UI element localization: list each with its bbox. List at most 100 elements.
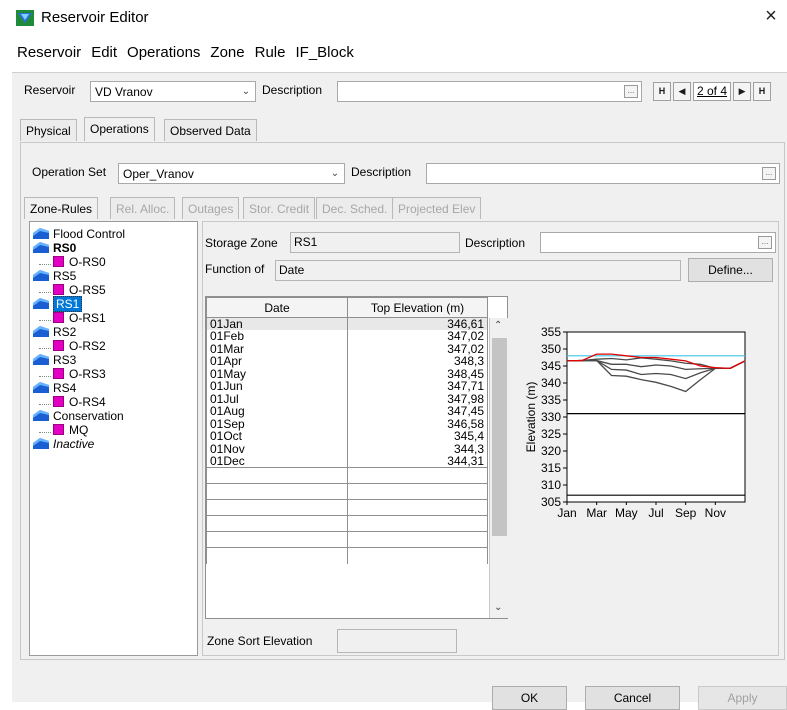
date-cell[interactable]: 01May [206, 367, 348, 380]
table-row[interactable]: 01May 348,45 [206, 367, 488, 380]
tree-node-rs3[interactable]: RS3 [33, 352, 76, 367]
tab-physical[interactable]: Physical [20, 119, 77, 141]
top-elevation-cell[interactable]: 348,45 [347, 367, 488, 380]
scroll-thumb[interactable] [492, 338, 507, 536]
empty-cell[interactable] [206, 467, 348, 484]
ellipsis-icon[interactable]: ... [762, 167, 776, 180]
empty-cell[interactable] [206, 483, 348, 500]
table-row[interactable]: 01Dec 344,31 [206, 455, 488, 468]
table-row[interactable]: 01Aug 347,45 [206, 405, 488, 418]
tree-node-rs2[interactable]: RS2 [33, 324, 76, 339]
ellipsis-icon[interactable]: ... [758, 236, 772, 249]
empty-cell[interactable] [347, 483, 488, 500]
previous-record-icon[interactable]: ◀ [673, 82, 691, 101]
menu-if-block[interactable]: IF_Block [290, 44, 358, 66]
cancel-button[interactable]: Cancel [585, 686, 680, 710]
top-elevation-cell[interactable]: 345,4 [347, 430, 488, 443]
next-record-icon[interactable]: ▶ [733, 82, 752, 101]
tree-node-rs0[interactable]: RS0 [33, 240, 76, 255]
empty-cell[interactable] [347, 547, 488, 564]
tree-node-flood-control[interactable]: Flood Control [33, 226, 125, 241]
empty-cell[interactable] [206, 499, 348, 516]
empty-cell[interactable] [206, 515, 348, 532]
table-row[interactable]: 01Nov 344,3 [206, 442, 488, 455]
top-elevation-cell[interactable]: 347,45 [347, 405, 488, 418]
tab-dec-sched[interactable]: Dec. Sched. [316, 197, 394, 219]
tree-node-o-rs4[interactable]: O-RS4 [39, 394, 106, 409]
first-record-icon[interactable]: H [653, 82, 671, 101]
tab-projected-elev[interactable]: Projected Elev [392, 197, 482, 219]
table-row[interactable]: 01Oct 345,4 [206, 430, 488, 443]
date-cell[interactable]: 01Jul [206, 392, 348, 405]
empty-table-row[interactable] [206, 531, 488, 548]
empty-cell[interactable] [347, 531, 488, 548]
menu-zone[interactable]: Zone [205, 44, 249, 66]
table-row[interactable]: 01Jul 347,98 [206, 392, 488, 405]
top-elevation-cell[interactable]: 347,02 [347, 342, 488, 355]
empty-table-row[interactable] [206, 515, 488, 532]
tree-node-o-rs1[interactable]: O-RS1 [39, 310, 106, 325]
empty-table-row[interactable] [206, 483, 488, 500]
ok-button[interactable]: OK [492, 686, 567, 710]
top-elevation-cell[interactable]: 348,3 [347, 355, 488, 368]
table-row[interactable]: 01Apr 348,3 [206, 355, 488, 368]
tab-observed-data[interactable]: Observed Data [164, 119, 257, 141]
tree-node-conservation[interactable]: Conservation [33, 408, 124, 423]
scroll-down-icon[interactable]: ⌄ [494, 602, 502, 613]
table-row[interactable]: 01Jan 346,61 [206, 317, 488, 330]
tab-zone-rules[interactable]: Zone-Rules [24, 197, 99, 219]
date-cell[interactable]: 01Apr [206, 355, 348, 368]
table-row[interactable]: 01Jun 347,71 [206, 380, 488, 393]
zone-description-input[interactable]: ... [540, 232, 776, 253]
tab-outages[interactable]: Outages [182, 197, 240, 219]
table-row[interactable]: 01Sep 346,58 [206, 417, 488, 430]
date-cell[interactable]: 01Feb [206, 330, 348, 343]
menu-operations[interactable]: Operations [122, 44, 205, 66]
table-row[interactable]: 01Feb 347,02 [206, 330, 488, 343]
table-scrollbar[interactable]: ⌃ ⌄ [489, 318, 508, 618]
date-cell[interactable]: 01Oct [206, 430, 348, 443]
empty-cell[interactable] [206, 531, 348, 548]
tree-node-mq[interactable]: MQ [39, 422, 88, 437]
reservoir-description-input[interactable]: ... [337, 81, 642, 102]
close-icon[interactable]: × [760, 5, 782, 28]
last-record-icon[interactable]: H [753, 82, 772, 101]
date-cell[interactable]: 01Dec [206, 455, 348, 468]
define-button[interactable]: Define... [688, 258, 773, 282]
tab-stor-credit[interactable]: Stor. Credit [243, 197, 316, 219]
reservoir-select[interactable]: VD Vranov ⌄ [90, 81, 256, 102]
top-elevation-cell[interactable]: 347,98 [347, 392, 488, 405]
menu-reservoir[interactable]: Reservoir [12, 44, 86, 66]
function-of-input[interactable]: Date [275, 260, 681, 281]
top-elevation-cell[interactable]: 346,61 [347, 317, 488, 330]
tree-node-o-rs2[interactable]: O-RS2 [39, 338, 106, 353]
date-cell[interactable]: 01Jun [206, 380, 348, 393]
operation-description-input[interactable]: ... [426, 163, 780, 184]
storage-zone-input[interactable]: RS1 [290, 232, 460, 253]
empty-table-row[interactable] [206, 467, 488, 484]
scroll-up-icon[interactable]: ⌃ [494, 320, 502, 331]
zone-sort-elevation-input[interactable] [337, 629, 457, 653]
top-elevation-cell[interactable]: 344,31 [347, 455, 488, 468]
top-elevation-cell[interactable]: 346,58 [347, 417, 488, 430]
date-cell[interactable]: 01Aug [206, 405, 348, 418]
empty-cell[interactable] [347, 467, 488, 484]
top-elevation-cell[interactable]: 347,71 [347, 380, 488, 393]
table-row[interactable]: 01Mar 347,02 [206, 342, 488, 355]
tab-rel-alloc[interactable]: Rel. Alloc. [110, 197, 176, 219]
tree-node-rs1[interactable]: RS1 [33, 295, 83, 312]
empty-cell[interactable] [206, 547, 348, 564]
empty-table-row[interactable] [206, 499, 488, 516]
tree-node-rs4[interactable]: RS4 [33, 380, 76, 395]
ellipsis-icon[interactable]: ... [624, 85, 638, 98]
column-header-date[interactable]: Date [206, 297, 348, 318]
date-cell[interactable]: 01Jan [206, 317, 348, 330]
tree-node-o-rs3[interactable]: O-RS3 [39, 366, 106, 381]
date-cell[interactable]: 01Sep [206, 417, 348, 430]
apply-button[interactable]: Apply [698, 686, 787, 710]
tab-operations[interactable]: Operations [84, 117, 155, 141]
tree-node-o-rs0[interactable]: O-RS0 [39, 254, 106, 269]
tree-node-inactive[interactable]: Inactive [33, 436, 94, 451]
empty-cell[interactable] [347, 499, 488, 516]
menu-edit[interactable]: Edit [86, 44, 122, 66]
